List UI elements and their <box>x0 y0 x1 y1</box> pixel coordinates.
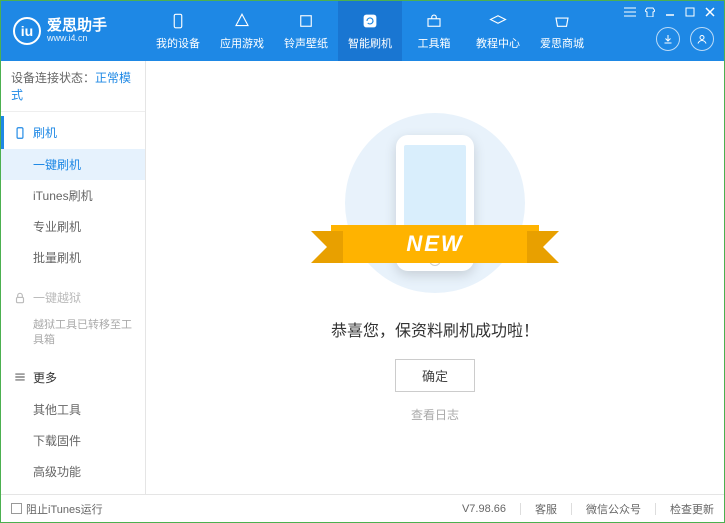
sidebar-head-label: 刷机 <box>33 124 57 141</box>
download-button[interactable] <box>656 27 680 51</box>
toolbox-icon <box>424 11 444 31</box>
lock-icon <box>13 291 27 305</box>
sidebar-item-other[interactable]: 其他工具 <box>1 394 145 425</box>
nav-label: 应用游戏 <box>220 35 264 51</box>
sidebar-item-oneclick[interactable]: 一键刷机 <box>1 149 145 180</box>
nav-apps[interactable]: 应用游戏 <box>210 1 274 61</box>
skin-icon[interactable] <box>642 5 658 19</box>
separator <box>571 503 572 515</box>
status-label: 设备连接状态： <box>11 71 95 85</box>
sidebar-item-firmware[interactable]: 下载固件 <box>1 425 145 456</box>
checkbox-block-itunes[interactable]: 阻止iTunes运行 <box>11 501 103 517</box>
app-url: www.i4.cn <box>47 34 107 44</box>
footer-right: V7.98.66 客服 微信公众号 检查更新 <box>462 501 714 517</box>
logo-area: iu 爱思助手 www.i4.cn <box>1 17 146 45</box>
phone-icon <box>168 11 188 31</box>
nav-label: 教程中心 <box>476 35 520 51</box>
main-content: NEW 恭喜您，保资料刷机成功啦！ 确定 查看日志 <box>146 61 724 494</box>
nav-tutorial[interactable]: 教程中心 <box>466 1 530 61</box>
ok-button[interactable]: 确定 <box>395 359 475 392</box>
nav-label: 我的设备 <box>156 35 200 51</box>
nav-toolbox[interactable]: 工具箱 <box>402 1 466 61</box>
refresh-icon <box>360 11 380 31</box>
apps-icon <box>232 11 252 31</box>
sidebar-item-pro[interactable]: 专业刷机 <box>1 211 145 242</box>
view-log-link[interactable]: 查看日志 <box>411 406 459 423</box>
group-more: 更多 其他工具 下载固件 高级功能 <box>1 357 145 491</box>
sidebar-item-advanced[interactable]: 高级功能 <box>1 456 145 487</box>
nav-flash[interactable]: 智能刷机 <box>338 1 402 61</box>
service-link[interactable]: 客服 <box>535 501 557 517</box>
maximize-icon[interactable] <box>682 5 698 19</box>
version-label: V7.98.66 <box>462 503 506 515</box>
separator <box>520 503 521 515</box>
menu-icon[interactable] <box>622 5 638 19</box>
sidebar-head-label: 一键越狱 <box>33 289 81 306</box>
phone-icon <box>13 126 27 140</box>
minimize-icon[interactable] <box>662 5 678 19</box>
new-ribbon: NEW <box>331 225 539 263</box>
list-icon <box>13 370 27 384</box>
logo-text: 爱思助手 www.i4.cn <box>47 18 107 44</box>
success-illustration: NEW <box>345 113 525 293</box>
wallpaper-icon <box>296 11 316 31</box>
update-link[interactable]: 检查更新 <box>670 501 714 517</box>
footer: 阻止iTunes运行 V7.98.66 客服 微信公众号 检查更新 <box>1 494 724 522</box>
success-message: 恭喜您，保资料刷机成功啦！ <box>331 317 539 341</box>
graduation-icon <box>488 11 508 31</box>
app-header: iu 爱思助手 www.i4.cn 我的设备 应用游戏 铃声壁纸 智能刷机 工具… <box>1 1 724 61</box>
store-icon <box>552 11 572 31</box>
nav-my-device[interactable]: 我的设备 <box>146 1 210 61</box>
group-jailbreak: 一键越狱 越狱工具已转移至工具箱 <box>1 277 145 357</box>
jailbreak-note: 越狱工具已转移至工具箱 <box>1 314 145 353</box>
sidebar-item-itunes[interactable]: iTunes刷机 <box>1 180 145 211</box>
header-right <box>656 27 714 51</box>
nav-label: 工具箱 <box>418 35 451 51</box>
nav-label: 智能刷机 <box>348 35 392 51</box>
sidebar-head-more[interactable]: 更多 <box>1 361 145 394</box>
sidebar-head-flash[interactable]: 刷机 <box>1 116 145 149</box>
checkbox-label: 阻止iTunes运行 <box>26 501 103 517</box>
nav-store[interactable]: 爱思商城 <box>530 1 594 61</box>
sidebar: 设备连接状态：正常模式 刷机 一键刷机 iTunes刷机 专业刷机 批量刷机 一… <box>1 61 146 494</box>
nav-label: 爱思商城 <box>540 35 584 51</box>
separator <box>655 503 656 515</box>
app-title: 爱思助手 <box>47 18 107 35</box>
window-controls <box>622 5 718 19</box>
sidebar-head-jailbreak[interactable]: 一键越狱 <box>1 281 145 314</box>
sidebar-head-label: 更多 <box>33 369 57 386</box>
nav-label: 铃声壁纸 <box>284 35 328 51</box>
wechat-link[interactable]: 微信公众号 <box>586 501 641 517</box>
logo-icon: iu <box>13 17 41 45</box>
ribbon-text: NEW <box>331 225 539 263</box>
checkbox-icon <box>11 503 22 514</box>
user-button[interactable] <box>690 27 714 51</box>
nav-ringtone[interactable]: 铃声壁纸 <box>274 1 338 61</box>
close-icon[interactable] <box>702 5 718 19</box>
connection-status: 设备连接状态：正常模式 <box>1 61 145 112</box>
sidebar-item-batch[interactable]: 批量刷机 <box>1 242 145 273</box>
group-flash: 刷机 一键刷机 iTunes刷机 专业刷机 批量刷机 <box>1 112 145 277</box>
